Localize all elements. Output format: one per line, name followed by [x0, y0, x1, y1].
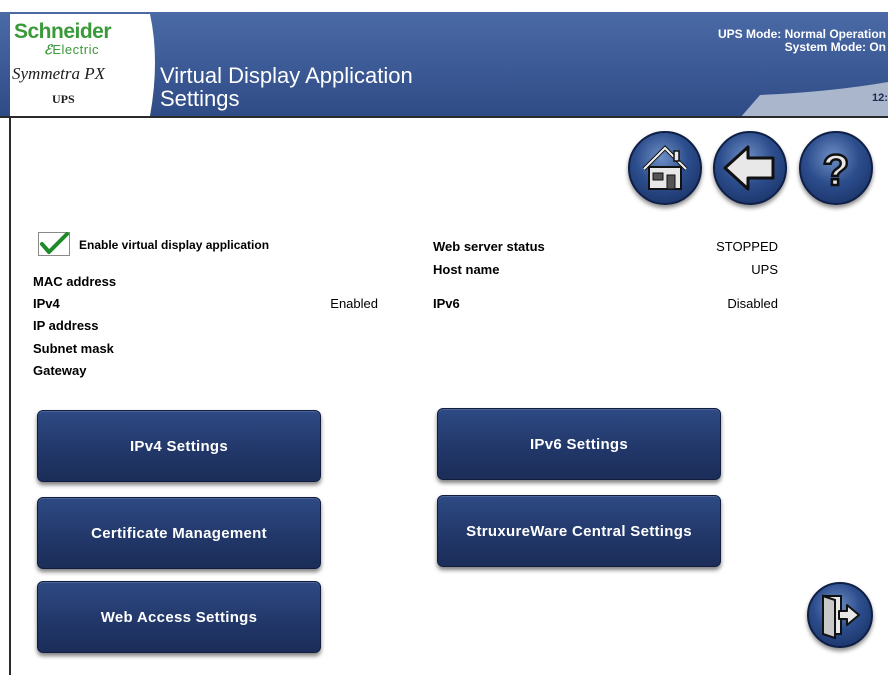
- clock: 12:4: [871, 92, 888, 104]
- help-button[interactable]: ?: [799, 131, 873, 205]
- subnet-mask-label: Subnet mask: [33, 341, 114, 356]
- ipv4-label: IPv4: [33, 296, 60, 311]
- host-name-label: Host name: [433, 262, 500, 277]
- ipv4-settings-button[interactable]: IPv4 Settings: [37, 410, 321, 482]
- ipv6-value: Disabled: [727, 296, 778, 311]
- ipv4-value: Enabled: [330, 296, 378, 311]
- page-title: Virtual Display Application Settings: [160, 64, 413, 110]
- gateway-label: Gateway: [33, 363, 87, 378]
- web-access-settings-button[interactable]: Web Access Settings: [37, 581, 321, 653]
- left-border: [9, 118, 11, 675]
- exit-button[interactable]: [807, 582, 873, 648]
- web-status-label: Web server status: [433, 239, 545, 254]
- page-title-line1: Virtual Display Application: [160, 63, 413, 88]
- struxureware-settings-button[interactable]: StruxureWare Central Settings: [437, 495, 721, 567]
- logo-panel: [10, 14, 155, 116]
- help-icon: ?: [821, 145, 850, 197]
- exit-door-icon: [822, 594, 860, 640]
- ipv6-settings-button[interactable]: IPv6 Settings: [437, 408, 721, 480]
- host-name-value: UPS: [751, 262, 778, 277]
- web-status-value: STOPPED: [716, 239, 778, 254]
- header: Schneider ℰElectric Symmetra PX UPS Virt…: [0, 0, 888, 118]
- system-mode: System Mode: On: [784, 40, 886, 54]
- home-icon: [642, 145, 688, 190]
- page-title-line2: Settings: [160, 86, 240, 111]
- ipv6-label: IPv6: [433, 296, 460, 311]
- back-button[interactable]: [713, 131, 787, 205]
- home-button[interactable]: [628, 131, 702, 205]
- mode-status: UPS Mode: Normal Operation System Mode: …: [718, 28, 886, 54]
- mac-label: MAC address: [33, 274, 117, 289]
- brand-sub: ℰElectric: [44, 42, 99, 58]
- enable-label: Enable virtual display application: [79, 238, 270, 252]
- ip-address-label: IP address: [33, 318, 99, 333]
- product-type: UPS: [52, 92, 75, 106]
- product-name: Symmetra PX: [12, 64, 106, 83]
- certificate-management-button[interactable]: Certificate Management: [37, 497, 321, 569]
- brand-name: Schneider: [14, 20, 112, 43]
- checkmark-icon: [40, 232, 69, 254]
- brand-electric: Electric: [52, 42, 99, 57]
- enable-checkbox[interactable]: [38, 232, 70, 256]
- svg-text:?: ?: [823, 146, 850, 195]
- back-arrow-icon: [723, 145, 775, 191]
